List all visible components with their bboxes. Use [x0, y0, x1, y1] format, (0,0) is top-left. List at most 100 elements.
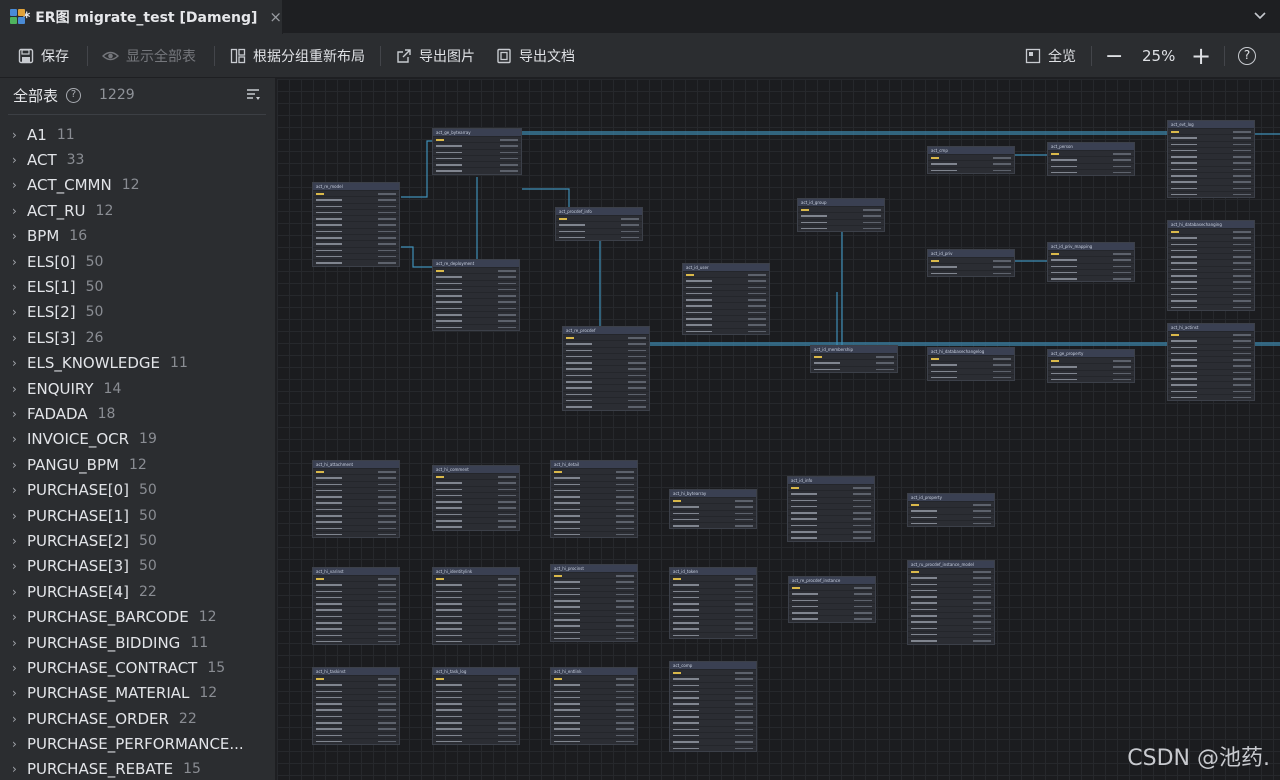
entity-table[interactable]: act_re_procdef_instance — [788, 576, 876, 623]
entity-table[interactable]: act_hi_task_log — [432, 667, 520, 746]
entity-table[interactable]: act_re_model — [312, 182, 400, 267]
chevron-right-icon[interactable]: › — [12, 559, 27, 573]
chevron-right-icon[interactable]: › — [12, 229, 27, 243]
entity-table[interactable]: act_procdef_info — [555, 207, 643, 242]
table-group-item[interactable]: › PURCHASE_PERFORMANCE... — [0, 731, 275, 756]
entity-table[interactable]: act_evt_log — [1167, 120, 1255, 199]
tab-er-diagram[interactable]: * ER图 migrate_test [Dameng] × — [0, 0, 283, 34]
help-button[interactable]: ? — [1238, 34, 1256, 78]
table-group-item[interactable]: › PURCHASE[0] 50 — [0, 477, 275, 502]
entity-table[interactable]: act_id_priv — [927, 249, 1015, 277]
entity-table[interactable]: act_hi_attachment — [312, 460, 400, 539]
chevron-right-icon[interactable]: › — [12, 280, 27, 294]
chevron-right-icon[interactable]: › — [12, 255, 27, 269]
entity-table[interactable]: act_hi_actinst — [1167, 323, 1255, 402]
entity-table[interactable]: act_hi_procinst — [550, 564, 638, 643]
entity-table[interactable]: act_hi_varinst — [312, 567, 400, 646]
entity-table[interactable]: act_hi_databasechangelog — [927, 347, 1015, 382]
chevron-right-icon[interactable]: › — [12, 356, 27, 370]
entity-table[interactable]: act_hi_bytearray — [669, 489, 757, 530]
overview-button[interactable]: 全览 — [1025, 34, 1076, 78]
chevron-right-icon[interactable]: › — [12, 585, 27, 599]
table-group-item[interactable]: › PURCHASE_BIDDING 11 — [0, 630, 275, 655]
table-group-item[interactable]: › PURCHASE[4] 22 — [0, 579, 275, 604]
entity-table[interactable]: act_hi_comment — [432, 465, 520, 531]
table-group-item[interactable]: › ACT_RU 12 — [0, 198, 275, 223]
close-icon[interactable]: × — [269, 8, 282, 26]
relayout-by-group-button[interactable]: 根据分组重新布局 — [230, 34, 365, 78]
entity-table[interactable]: act_id_info — [787, 476, 875, 542]
chevron-right-icon[interactable]: › — [12, 153, 27, 167]
chevron-right-icon[interactable]: › — [12, 636, 27, 650]
table-group-item[interactable]: › ELS[2] 50 — [0, 300, 275, 325]
chevron-right-icon[interactable]: › — [12, 178, 27, 192]
entity-table[interactable]: act_id_token — [669, 567, 757, 639]
table-group-item[interactable]: › ELS_KNOWLEDGE 11 — [0, 351, 275, 376]
show-all-tables-button[interactable]: 显示全部表 — [102, 34, 196, 78]
entity-table[interactable]: act_id_property — [907, 493, 995, 528]
chevron-right-icon[interactable]: › — [12, 737, 27, 751]
table-group-item[interactable]: › PURCHASE_MATERIAL 12 — [0, 681, 275, 706]
chevron-right-icon[interactable]: › — [12, 128, 27, 142]
entity-table[interactable]: act_ru_procdef_instance_model — [907, 560, 995, 645]
entity-table[interactable]: act_id_priv_mapping — [1047, 242, 1135, 283]
entity-table[interactable]: act_hi_databasechanging — [1167, 220, 1255, 311]
chevron-right-icon[interactable]: › — [12, 483, 27, 497]
help-icon[interactable]: ? — [66, 87, 82, 103]
table-group-item[interactable]: › PURCHASE[2] 50 — [0, 528, 275, 553]
table-group-item[interactable]: › INVOICE_OCR 19 — [0, 427, 275, 452]
entity-table[interactable]: act_ge_property — [1047, 349, 1135, 384]
table-group-item[interactable]: › FADADA 18 — [0, 401, 275, 426]
entity-table[interactable]: act_hi_detail — [550, 460, 638, 539]
entity-table[interactable]: act_person — [1047, 142, 1135, 177]
chevron-right-icon[interactable]: › — [12, 686, 27, 700]
table-group-item[interactable]: › ACT 33 — [0, 147, 275, 172]
entity-table[interactable]: act_comp — [669, 661, 757, 752]
zoom-out-button[interactable]: − — [1105, 34, 1123, 78]
entity-table[interactable]: act_id_group — [797, 198, 885, 233]
table-group-item[interactable]: › ELS[0] 50 — [0, 249, 275, 274]
entity-table[interactable]: act_cmp — [927, 146, 1015, 174]
chevron-right-icon[interactable]: › — [12, 432, 27, 446]
entity-table[interactable]: act_hi_identitylink — [432, 567, 520, 646]
table-group-item[interactable]: › A1 11 — [0, 122, 275, 147]
chevron-right-icon[interactable]: › — [12, 534, 27, 548]
entity-table[interactable]: act_ge_bytearray — [432, 128, 522, 175]
chevron-right-icon[interactable]: › — [12, 509, 27, 523]
table-group-item[interactable]: › PURCHASE[1] 50 — [0, 503, 275, 528]
table-group-item[interactable]: › ELS[3] 26 — [0, 325, 275, 350]
export-document-button[interactable]: 导出文档 — [496, 34, 575, 78]
chevron-right-icon[interactable]: › — [12, 712, 27, 726]
er-diagram-canvas[interactable]: CSDN @池药. act_ge_bytearray act_re_model ac… — [277, 79, 1280, 780]
entity-table[interactable]: act_id_membership — [810, 345, 898, 373]
chevron-right-icon[interactable]: › — [12, 305, 27, 319]
table-group-item[interactable]: › PURCHASE_ORDER 22 — [0, 706, 275, 731]
entity-table[interactable]: act_re_deployment — [432, 259, 520, 331]
chevron-right-icon[interactable]: › — [12, 458, 27, 472]
chevron-right-icon[interactable]: › — [12, 331, 27, 345]
chevron-right-icon[interactable]: › — [12, 762, 27, 776]
entity-table[interactable]: act_id_user — [682, 263, 770, 335]
save-button[interactable]: 保存 — [18, 34, 69, 78]
chevron-right-icon[interactable]: › — [12, 610, 27, 624]
table-group-item[interactable]: › ACT_CMMN 12 — [0, 173, 275, 198]
chevron-right-icon[interactable]: › — [12, 382, 27, 396]
filter-icon[interactable] — [245, 87, 261, 103]
table-group-item[interactable]: › PURCHASE[3] 50 — [0, 554, 275, 579]
chevron-right-icon[interactable]: › — [12, 204, 27, 218]
zoom-in-button[interactable]: + — [1191, 34, 1211, 78]
table-group-item[interactable]: › PURCHASE_BARCODE 12 — [0, 604, 275, 629]
chevron-right-icon[interactable]: › — [12, 661, 27, 675]
table-group-item[interactable]: › PANGU_BPM 12 — [0, 452, 275, 477]
chevron-right-icon[interactable]: › — [12, 407, 27, 421]
chevron-down-icon[interactable] — [1252, 7, 1268, 23]
table-group-item[interactable]: › PURCHASE_CONTRACT 15 — [0, 655, 275, 680]
export-image-button[interactable]: 导出图片 — [396, 34, 475, 78]
table-group-item[interactable]: › PURCHASE_REBATE 15 — [0, 757, 275, 780]
table-group-item[interactable]: › ENQUIRY 14 — [0, 376, 275, 401]
table-group-item[interactable]: › BPM 16 — [0, 224, 275, 249]
table-group-item[interactable]: › ELS[1] 50 — [0, 274, 275, 299]
entity-table[interactable]: act_hi_taskinst — [312, 667, 400, 746]
entity-table[interactable]: act_re_procdef — [562, 326, 650, 411]
entity-table[interactable]: act_hi_entlink — [550, 667, 638, 746]
